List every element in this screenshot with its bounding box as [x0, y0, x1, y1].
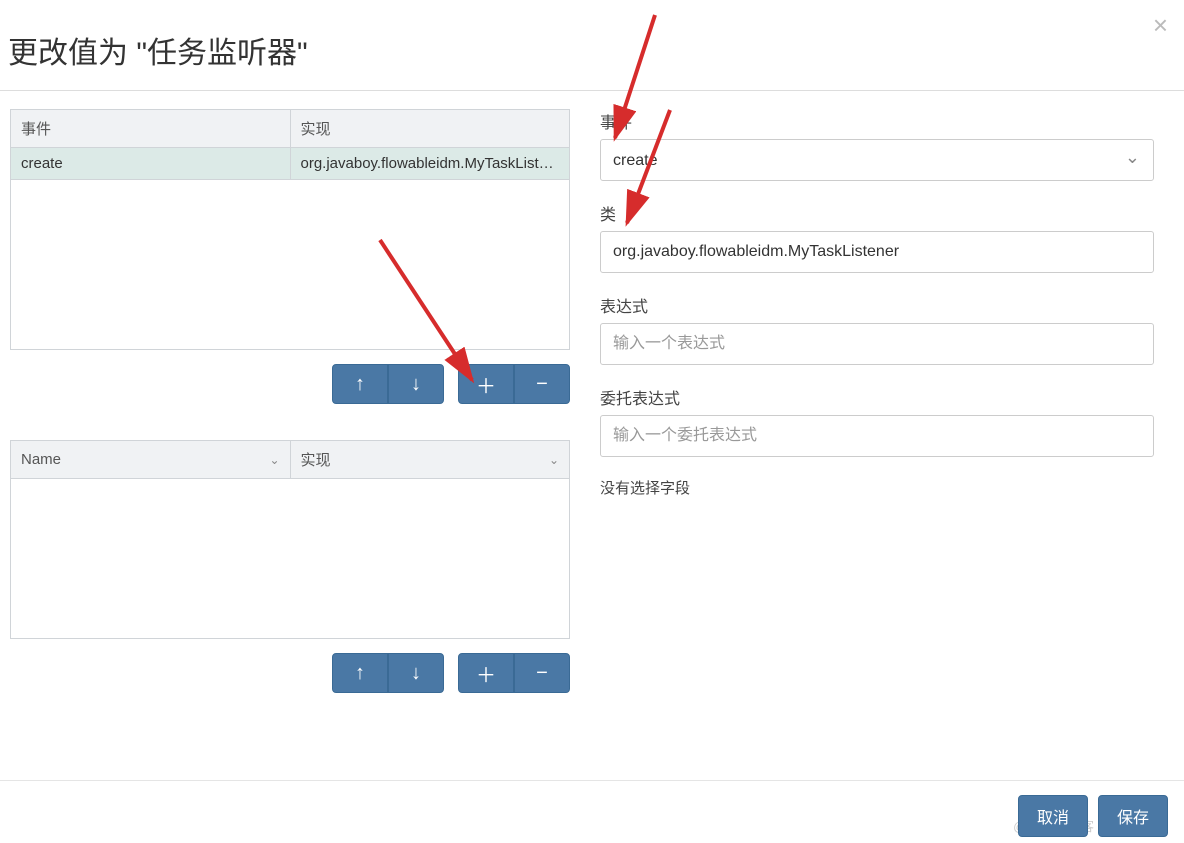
field-move-up-button[interactable]: ↑ [332, 653, 388, 693]
modal-title: 更改值为 "任务监听器" [8, 28, 1176, 72]
col-header-impl2[interactable]: 实现⌄ [290, 441, 570, 479]
cell-impl: org.javaboy.flowableidm.MyTaskListe... [290, 148, 570, 180]
move-down-button[interactable]: ↓ [388, 364, 444, 404]
col-header-impl[interactable]: 实现 [290, 110, 570, 148]
add-button[interactable]: ＋ [458, 364, 514, 404]
field-remove-button[interactable]: − [514, 653, 570, 693]
delegate-input[interactable] [600, 415, 1154, 457]
field-move-down-button[interactable]: ↓ [388, 653, 444, 693]
fields-table-body-spacer [10, 479, 570, 639]
save-button[interactable]: 保存 [1098, 795, 1168, 837]
footer-separator [0, 780, 1184, 781]
cancel-button[interactable]: 取消 [1018, 795, 1088, 837]
close-button[interactable]: × [1153, 12, 1168, 38]
minus-icon: − [536, 662, 548, 685]
listeners-table: 事件 实现 create org.javaboy.flowableidm.MyT… [10, 109, 570, 180]
listeners-table-body-spacer [10, 180, 570, 350]
expression-input[interactable] [600, 323, 1154, 365]
cell-event: create [11, 148, 291, 180]
class-label: 类 [600, 201, 1154, 225]
minus-icon: − [536, 373, 548, 396]
class-input[interactable] [600, 231, 1154, 273]
arrow-up-icon: ↑ [355, 373, 365, 396]
arrow-down-icon: ↓ [411, 662, 421, 685]
plus-icon: ＋ [476, 370, 496, 399]
modal-footer: 取消 保存 [1018, 795, 1168, 837]
modal-header: 更改值为 "任务监听器" × [0, 0, 1184, 91]
delegate-label: 委托表达式 [600, 385, 1154, 409]
event-select[interactable]: create [600, 139, 1154, 181]
fields-table: Name⌄ 实现⌄ [10, 440, 570, 479]
arrow-down-icon: ↓ [411, 373, 421, 396]
event-label: 事件 [600, 109, 1154, 133]
field-add-button[interactable]: ＋ [458, 653, 514, 693]
remove-button[interactable]: − [514, 364, 570, 404]
table-row[interactable]: create org.javaboy.flowableidm.MyTaskLis… [11, 148, 570, 180]
chevron-down-icon: ⌄ [269, 453, 279, 467]
expression-label: 表达式 [600, 293, 1154, 317]
arrow-up-icon: ↑ [355, 662, 365, 685]
chevron-down-icon: ⌄ [549, 453, 559, 467]
col-header-event[interactable]: 事件 [11, 110, 291, 148]
no-field-selected-text: 没有选择字段 [600, 477, 1154, 498]
col-header-name[interactable]: Name⌄ [11, 441, 291, 479]
move-up-button[interactable]: ↑ [332, 364, 388, 404]
plus-icon: ＋ [476, 659, 496, 688]
